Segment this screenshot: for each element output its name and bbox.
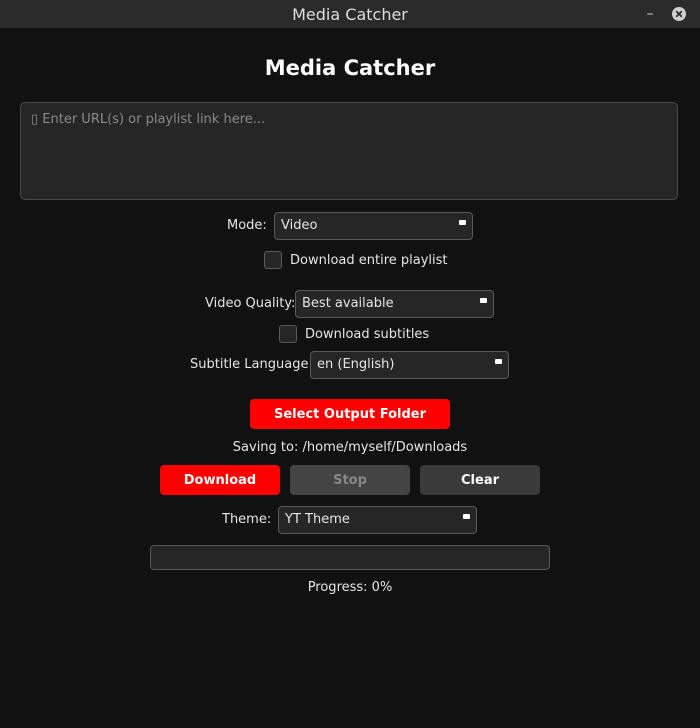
- mode-dropdown[interactable]: Video: [274, 212, 473, 240]
- url-input[interactable]: ▯ Enter URL(s) or playlist link here...: [20, 102, 678, 200]
- dropdown-arrow-icon: [495, 359, 502, 364]
- subtitles-checkbox-row[interactable]: Download subtitles: [279, 325, 429, 343]
- playlist-checkbox-label: Download entire playlist: [290, 252, 448, 268]
- select-output-folder-button[interactable]: Select Output Folder: [250, 399, 450, 429]
- dropdown-arrow-icon: [463, 514, 470, 519]
- theme-label: Theme:: [222, 512, 272, 527]
- title-bar: Media Catcher –: [0, 0, 700, 28]
- theme-dropdown[interactable]: YT Theme: [278, 506, 477, 534]
- stop-button[interactable]: Stop: [290, 465, 410, 495]
- video-quality-label: Video Quality:: [205, 296, 296, 311]
- mode-label: Mode:: [227, 218, 267, 233]
- saving-to-path: Saving to: /home/myself/Downloads: [232, 440, 468, 455]
- mode-value: Video: [281, 218, 318, 233]
- clear-button[interactable]: Clear: [420, 465, 540, 495]
- video-quality-value: Best available: [302, 296, 394, 311]
- url-placeholder: ▯ Enter URL(s) or playlist link here...: [31, 112, 266, 127]
- playlist-checkbox-row[interactable]: Download entire playlist: [264, 251, 448, 269]
- progress-text: Progress: 0%: [307, 580, 393, 595]
- dropdown-arrow-icon: [459, 220, 466, 225]
- window-title: Media Catcher: [292, 4, 408, 24]
- subtitle-language-dropdown[interactable]: en (English): [310, 351, 509, 379]
- close-icon[interactable]: [672, 7, 686, 21]
- theme-value: YT Theme: [285, 512, 350, 527]
- subtitle-language-value: en (English): [317, 357, 395, 372]
- video-quality-dropdown[interactable]: Best available: [295, 290, 494, 318]
- app-heading: Media Catcher: [264, 56, 436, 80]
- subtitle-language-label: Subtitle Language:: [190, 357, 313, 372]
- download-button[interactable]: Download: [160, 465, 280, 495]
- subtitles-checkbox[interactable]: [279, 325, 297, 343]
- dropdown-arrow-icon: [480, 298, 487, 303]
- progress-bar: [150, 545, 550, 570]
- minimize-icon[interactable]: –: [642, 5, 658, 23]
- subtitles-checkbox-label: Download subtitles: [305, 326, 430, 342]
- playlist-checkbox[interactable]: [264, 251, 282, 269]
